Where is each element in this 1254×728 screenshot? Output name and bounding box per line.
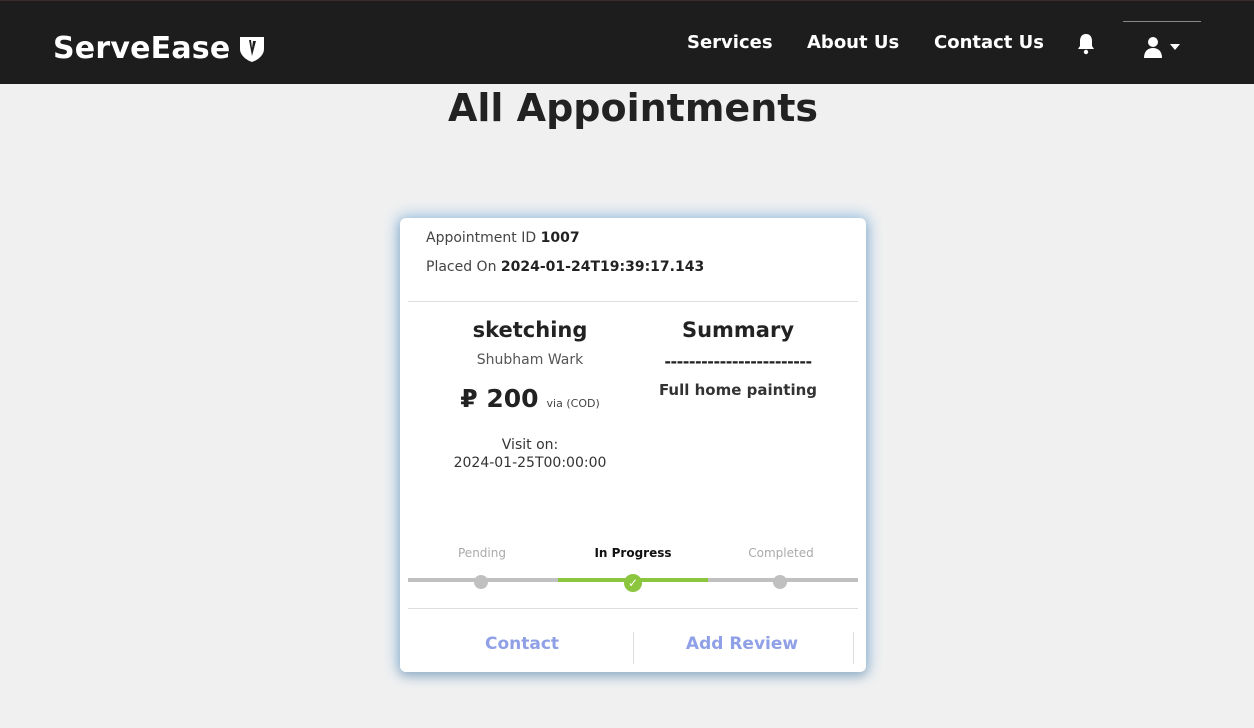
contact-button[interactable]: Contact [422,634,622,654]
step-dot-pending [474,575,488,589]
step-dot-completed [773,575,787,589]
card-divider-bottom [408,608,858,609]
check-icon: ✓ [624,574,642,592]
card-divider-top [408,301,858,302]
appointment-id-label: Appointment ID [426,230,537,246]
summary-text: Full home painting [658,381,818,399]
step-label-completed: Completed [748,546,814,560]
summary-section: Summary ------------------------ Full ho… [638,318,838,399]
service-name: sketching [472,318,588,342]
placed-on-label: Placed On [426,259,497,275]
action-separator [633,632,634,664]
step-label-pending: Pending [458,546,506,560]
bell-icon[interactable] [1074,32,1098,56]
visit-date: 2024-01-25T00:00:00 [453,455,607,471]
nav-link-services[interactable]: Services [687,32,773,53]
brand[interactable]: ServeEase [53,31,266,66]
caret-down-icon [1170,43,1180,50]
nav-link-contact-us[interactable]: Contact Us [934,32,1044,53]
brand-name: ServeEase [53,31,231,66]
placed-on-row: Placed On 2024-01-24T19:39:17.143 [426,259,704,275]
navbar: ServeEase Services About Us Contact Us [0,0,1254,84]
user-menu-dropdown[interactable] [1123,21,1201,71]
step-label-in-progress: In Progress [594,546,672,560]
user-icon [1144,36,1162,58]
appointment-id-row: Appointment ID 1007 [426,230,580,246]
payment-method: via (COD) [546,397,600,410]
add-review-button[interactable]: Add Review [642,634,842,654]
provider-name: Shubham Wark [476,352,584,368]
page-title: All Appointments [447,86,819,130]
price-row: ₽ 200 via (COD) [430,384,630,413]
visit-label: Visit on: [501,437,559,453]
placed-on-value: 2024-01-24T19:39:17.143 [500,259,705,275]
appointment-id-value: 1007 [540,230,580,246]
action-separator-right [853,632,854,664]
service-details: sketching Shubham Wark ₽ 200 via (COD) V… [430,318,630,471]
shield-logo-icon [240,36,265,62]
summary-title: Summary [681,318,795,342]
nav-link-about-us[interactable]: About Us [807,32,899,53]
appointment-card: Appointment ID 1007 Placed On 2024-01-24… [400,218,866,672]
price-amount: ₽ 200 [460,384,539,413]
summary-divider: ------------------------ [664,352,812,371]
